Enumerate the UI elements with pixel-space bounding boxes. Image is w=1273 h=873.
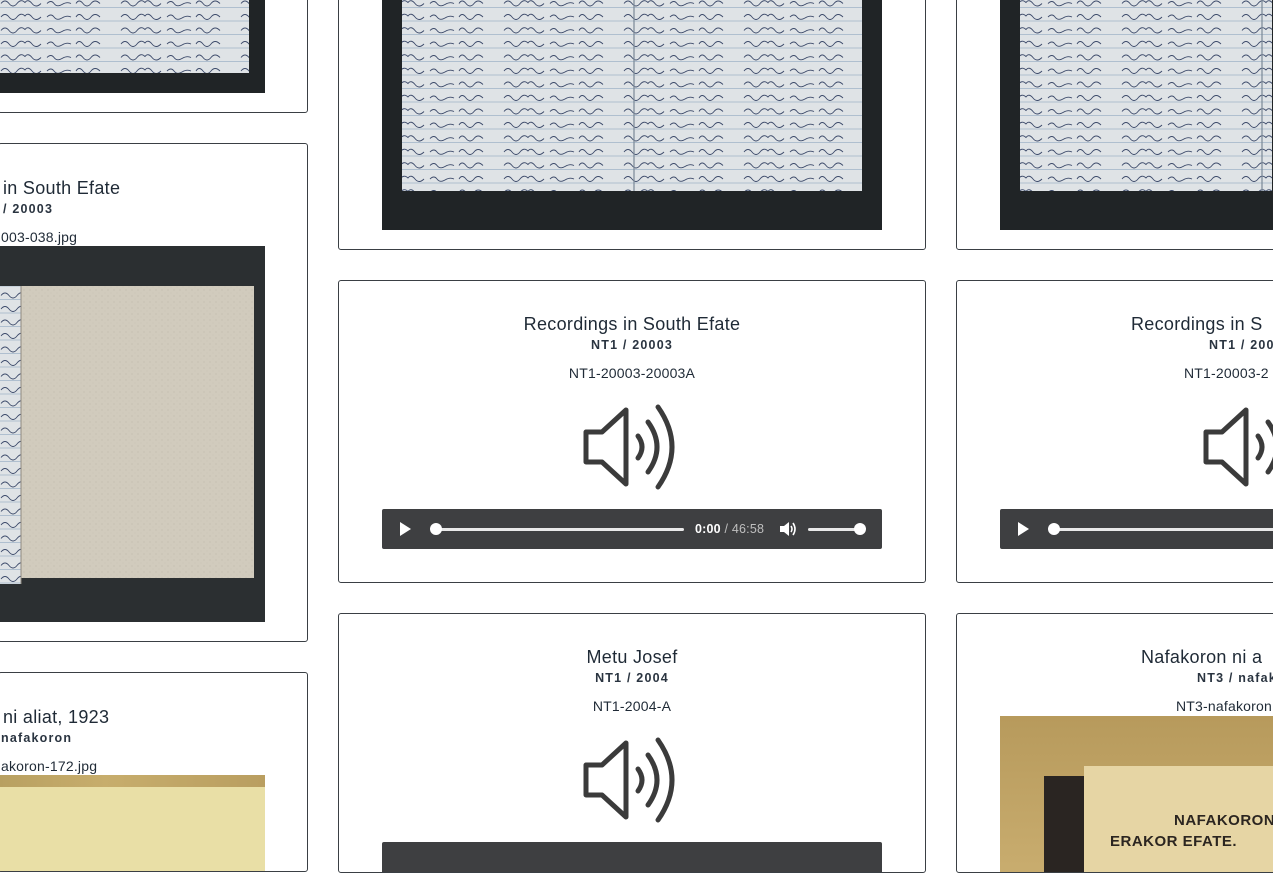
- play-icon[interactable]: [398, 522, 412, 536]
- card-filename: akoron-172.jpg: [1, 758, 98, 774]
- volume-handle[interactable]: [854, 523, 866, 535]
- progress-track[interactable]: [1054, 528, 1273, 531]
- book-spine: [1044, 776, 1084, 872]
- notebook-thumbnail[interactable]: [0, 0, 265, 93]
- notebook-thumbnail[interactable]: [382, 0, 882, 230]
- progress-handle[interactable]: [1048, 523, 1060, 535]
- volume-icon[interactable]: [779, 521, 797, 537]
- book-cover-photo[interactable]: [0, 775, 265, 871]
- card-subtitle: / 20003: [3, 202, 54, 216]
- card-mid-top[interactable]: [338, 0, 926, 250]
- card-subtitle: NT1 / 20003: [591, 338, 673, 352]
- card-left-bottom[interactable]: ni aliat, 1923 nafakoron akoron-172.jpg: [0, 672, 308, 872]
- card-title: Recordings in South Efate: [523, 314, 741, 334]
- speaker-icon: [583, 404, 675, 490]
- card-filename: NT1-20003-20003A: [568, 365, 696, 381]
- card-title: Nafakoron ni a: [1141, 647, 1263, 667]
- notebook-page-image: [1020, 0, 1272, 191]
- play-icon[interactable]: [1016, 522, 1030, 536]
- card-filename: NT1-2004-A: [592, 698, 672, 714]
- card-mid-bottom[interactable]: Metu Josef NT1 / 2004 NT1-2004-A: [338, 613, 926, 873]
- notebook-thumbnail[interactable]: [1000, 0, 1273, 230]
- current-time: 0:00: [695, 522, 721, 536]
- card-filename: NT1-20003-2: [1184, 365, 1269, 381]
- card-subtitle: NT1 / 2004: [595, 671, 669, 685]
- book-label-2: ERAKOR EFATE.: [1110, 833, 1238, 850]
- audio-player[interactable]: [1000, 509, 1273, 549]
- card-right-bottom[interactable]: Nafakoron ni a NT3 / nafak NT3-nafakoron…: [956, 613, 1273, 873]
- book-label-1: NAFAKORON: [1174, 812, 1273, 829]
- time-separator: /: [720, 522, 732, 536]
- card-right-top[interactable]: [956, 0, 1273, 250]
- audio-player[interactable]: 0:00 / 46:58: [382, 509, 882, 549]
- volume-track[interactable]: [808, 528, 860, 531]
- book-cover-page: [0, 787, 265, 871]
- card-filename: NT3-nafakoron: [1176, 698, 1272, 714]
- progress-handle[interactable]: [430, 523, 442, 535]
- card-title: Metu Josef: [586, 647, 678, 667]
- card-subtitle: NT3 / nafak: [1197, 671, 1273, 685]
- card-subtitle: NT1 / 200: [1209, 338, 1273, 352]
- card-title: in South Efate: [3, 178, 121, 198]
- time-display: 0:00 / 46:58: [695, 522, 764, 536]
- duration: 46:58: [731, 522, 765, 536]
- audio-player[interactable]: [382, 842, 882, 872]
- notebook-photo[interactable]: [0, 246, 265, 622]
- card-mid-audio[interactable]: Recordings in South Efate NT1 / 20003 NT…: [338, 280, 926, 583]
- card-left-top[interactable]: [0, 0, 308, 113]
- progress-track[interactable]: [436, 528, 684, 531]
- book-cover-photo[interactable]: NAFAKORON ERAKOR EFATE.: [1000, 716, 1273, 872]
- speaker-icon: [1203, 407, 1273, 487]
- card-title: ni aliat, 1923: [3, 707, 110, 727]
- card-filename: 003-038.jpg: [1, 229, 78, 245]
- speaker-icon: [583, 737, 675, 823]
- card-right-audio[interactable]: Recordings in S NT1 / 200 NT1-20003-2: [956, 280, 1273, 583]
- card-left-mid[interactable]: in South Efate / 20003 003-038.jpg: [0, 143, 308, 642]
- notebook-page-image: [0, 0, 249, 73]
- card-subtitle: nafakoron: [1, 731, 73, 745]
- notebook-page-image: [402, 0, 862, 191]
- card-title: Recordings in S: [1131, 314, 1263, 334]
- blank-notebook-image: [0, 286, 254, 584]
